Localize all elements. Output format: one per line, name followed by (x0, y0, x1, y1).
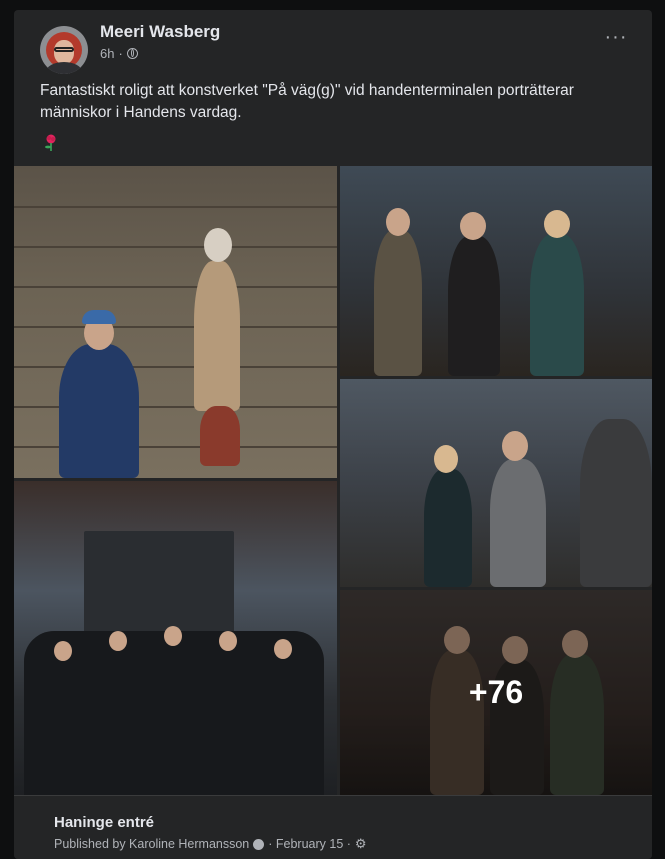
post-header: Meeri Wasberg 6h · ··· (14, 10, 652, 80)
crowd-head (219, 631, 237, 651)
wall-plank (14, 246, 337, 248)
man-in-blue-jacket (59, 344, 139, 478)
photo-speakers[interactable] (340, 166, 652, 376)
wall-plank (14, 366, 337, 368)
gear-icon[interactable]: ⚙ (355, 836, 367, 852)
post-time[interactable]: 6h (100, 46, 114, 61)
photo-group-more[interactable]: +76 (340, 590, 652, 795)
crowd-head (54, 641, 72, 661)
published-line: Published by Karoline Hermansson · Febru… (54, 836, 367, 852)
published-date[interactable]: · February 15 · (268, 837, 351, 851)
wall-plank (14, 206, 337, 208)
avatar-shirt (46, 62, 82, 74)
woman-listening-head (434, 445, 458, 473)
avatar-glasses (54, 47, 74, 52)
more-options-button[interactable]: ··· (602, 27, 630, 52)
photo-crowd[interactable] (14, 481, 337, 795)
photo-speech[interactable] (340, 379, 652, 587)
meta-separator: · (118, 46, 123, 61)
post-text: Fantastiskt roligt att konstverket "På v… (40, 82, 574, 121)
info-icon[interactable] (253, 838, 265, 850)
man-speaking-head (502, 431, 528, 461)
wall-plank (14, 286, 337, 288)
mosaic-figure-legs (200, 406, 240, 466)
woman-head (460, 212, 486, 240)
more-photos-count[interactable]: +76 (340, 590, 652, 795)
page-name[interactable]: Haninge entré (54, 814, 154, 831)
mosaic-figure-head (204, 228, 232, 262)
man-cap (82, 310, 116, 324)
woman-listening (424, 469, 472, 587)
post-meta: 6h · (100, 46, 138, 61)
woman-speaking-head (544, 210, 570, 238)
man-speaking (490, 459, 546, 587)
photo-artwork-man[interactable] (14, 166, 337, 478)
avatar-face (54, 40, 74, 64)
author-name[interactable]: Meeri Wasberg (100, 22, 220, 42)
published-by[interactable]: Published by Karoline Hermansson (54, 837, 249, 851)
screen-frame (84, 531, 234, 641)
mosaic-figure (194, 261, 240, 411)
photo-grid: +76 (14, 166, 652, 795)
person-coat (374, 230, 422, 376)
crowd-head (164, 626, 182, 646)
shared-page-footer: Haninge entré Published by Karoline Herm… (14, 795, 652, 859)
blurred-person (580, 419, 652, 587)
crowd-head (109, 631, 127, 651)
rose-icon (45, 134, 56, 151)
woman-black-coat (448, 236, 500, 376)
avatar[interactable] (40, 26, 88, 74)
post-card: Meeri Wasberg 6h · ··· Fantastiskt rolig… (14, 10, 652, 859)
globe-icon[interactable] (126, 48, 138, 59)
woman-speaking (530, 234, 584, 376)
wall-plank (14, 326, 337, 328)
person-head (386, 208, 410, 236)
crowd-head (274, 639, 292, 659)
